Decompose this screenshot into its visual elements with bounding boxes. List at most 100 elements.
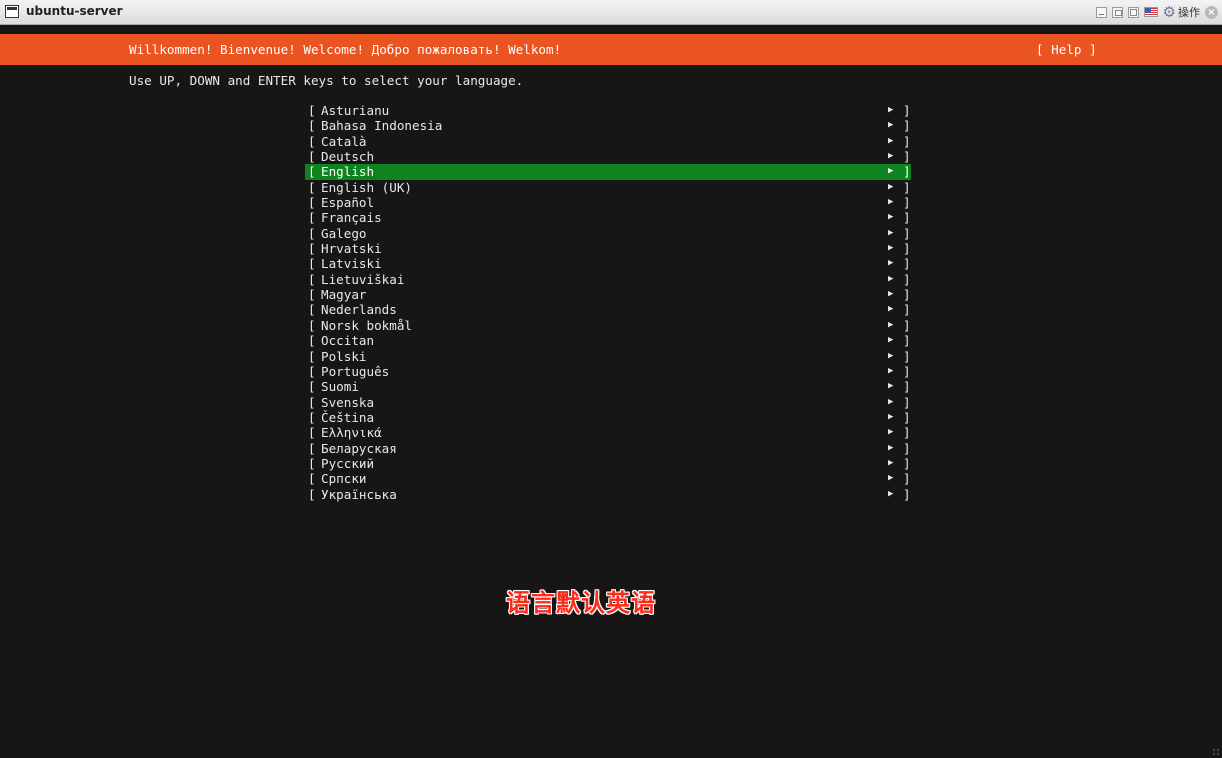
language-name: Português: [321, 363, 390, 379]
language-item[interactable]: [Lietuviškai ▶]: [305, 272, 911, 287]
arrow-right-icon: ▶: [888, 166, 894, 177]
arrow-right-icon: ▶: [888, 457, 894, 468]
arrow-right-icon: ▶: [888, 135, 894, 146]
language-item[interactable]: [Nederlands ▶]: [305, 302, 911, 317]
arrow-right-icon: ▶: [888, 350, 894, 361]
language-item[interactable]: [Русский ▶]: [305, 456, 911, 471]
terminal-screen[interactable]: Willkommen! Bienvenue! Welcome! Добро по…: [0, 25, 1222, 758]
left-bracket: [: [308, 409, 316, 425]
right-bracket: ]: [903, 471, 911, 487]
help-button[interactable]: [ Help ]: [1036, 42, 1097, 58]
arrow-right-icon: ▶: [888, 488, 894, 499]
language-name: Hrvatski: [321, 241, 382, 257]
left-bracket: [: [308, 287, 316, 303]
left-bracket: [: [308, 133, 316, 149]
right-bracket: ]: [903, 348, 911, 364]
language-item[interactable]: [Ελληνικά ▶]: [305, 425, 911, 440]
right-bracket: ]: [903, 149, 911, 165]
right-bracket: ]: [903, 333, 911, 349]
language-item[interactable]: [English ▶]: [305, 164, 911, 180]
left-bracket: [: [308, 363, 316, 379]
arrow-right-icon: ▶: [888, 365, 894, 376]
left-bracket: [: [308, 348, 316, 364]
language-item[interactable]: [Português ▶]: [305, 364, 911, 379]
right-bracket: ]: [903, 302, 911, 318]
restore-icon[interactable]: [1111, 6, 1123, 18]
left-bracket: [: [308, 317, 316, 333]
language-item[interactable]: [Deutsch ▶]: [305, 149, 911, 164]
language-name: Français: [321, 210, 382, 226]
language-name: Galego: [321, 225, 367, 241]
left-bracket: [: [308, 195, 316, 211]
left-bracket: [: [308, 103, 316, 118]
right-bracket: ]: [903, 225, 911, 241]
resize-grip-icon[interactable]: [1212, 748, 1220, 756]
right-bracket: ]: [903, 164, 911, 180]
right-bracket: ]: [903, 379, 911, 395]
flag-icon[interactable]: [1143, 7, 1158, 17]
window-controls: ⚙ 操作 ×: [1095, 3, 1218, 21]
left-bracket: [: [308, 486, 316, 502]
window-title: ubuntu-server: [26, 4, 123, 18]
language-item[interactable]: [Català ▶]: [305, 134, 911, 149]
language-item[interactable]: [Latviski ▶]: [305, 256, 911, 271]
arrow-right-icon: ▶: [888, 396, 894, 407]
left-bracket: [: [308, 271, 316, 287]
language-item[interactable]: [Српски ▶]: [305, 471, 911, 486]
language-name: Deutsch: [321, 149, 375, 165]
language-name: Беларуская: [321, 440, 397, 456]
language-name: English (UK): [321, 179, 412, 195]
language-item[interactable]: [English (UK) ▶]: [305, 180, 911, 195]
arrow-right-icon: ▶: [888, 212, 894, 223]
right-bracket: ]: [903, 256, 911, 272]
video-caption: 语言默认英语: [506, 589, 656, 617]
left-bracket: [: [308, 425, 316, 441]
language-name: Asturianu: [321, 103, 390, 118]
right-bracket: ]: [903, 486, 911, 502]
right-bracket: ]: [903, 195, 911, 211]
right-bracket: ]: [903, 241, 911, 257]
language-name: Српски: [321, 471, 367, 487]
arrow-right-icon: ▶: [888, 442, 894, 453]
language-item[interactable]: [Asturianu ▶]: [305, 103, 911, 118]
language-item[interactable]: [Magyar ▶]: [305, 287, 911, 302]
right-bracket: ]: [903, 118, 911, 134]
language-item[interactable]: [Polski ▶]: [305, 349, 911, 364]
language-item[interactable]: [Español ▶]: [305, 195, 911, 210]
arrow-right-icon: ▶: [888, 319, 894, 330]
language-item[interactable]: [Suomi ▶]: [305, 379, 911, 394]
arrow-right-icon: ▶: [888, 304, 894, 315]
right-bracket: ]: [903, 455, 911, 471]
left-bracket: [: [308, 225, 316, 241]
left-bracket: [: [308, 179, 316, 195]
language-name: Suomi: [321, 379, 359, 395]
arrow-right-icon: ▶: [888, 411, 894, 422]
language-item[interactable]: [Occitan ▶]: [305, 333, 911, 348]
language-name: Català: [321, 133, 367, 149]
instructions-text: Use UP, DOWN and ENTER keys to select yo…: [129, 73, 524, 88]
language-item[interactable]: [Беларуская ▶]: [305, 441, 911, 456]
left-bracket: [: [308, 455, 316, 471]
language-item[interactable]: [Français ▶]: [305, 210, 911, 225]
arrow-right-icon: ▶: [888, 181, 894, 192]
operations-menu[interactable]: 操作: [1178, 4, 1200, 20]
arrow-right-icon: ▶: [888, 120, 894, 131]
minimize-icon[interactable]: [1095, 6, 1107, 18]
language-item[interactable]: [Українська ▶]: [305, 487, 911, 502]
arrow-right-icon: ▶: [888, 381, 894, 392]
right-bracket: ]: [903, 409, 911, 425]
language-item[interactable]: [Čeština ▶]: [305, 410, 911, 425]
right-bracket: ]: [903, 317, 911, 333]
gear-icon[interactable]: ⚙: [1163, 4, 1176, 20]
language-item[interactable]: [Norsk bokmål ▶]: [305, 318, 911, 333]
language-item[interactable]: [Galego ▶]: [305, 226, 911, 241]
language-item[interactable]: [Hrvatski ▶]: [305, 241, 911, 256]
close-icon[interactable]: ×: [1205, 5, 1218, 19]
right-bracket: ]: [903, 103, 911, 118]
language-item[interactable]: [Svenska ▶]: [305, 395, 911, 410]
language-item[interactable]: [Bahasa Indonesia ▶]: [305, 118, 911, 133]
left-bracket: [: [308, 241, 316, 257]
arrow-right-icon: ▶: [888, 335, 894, 346]
language-name: Latviski: [321, 256, 382, 272]
maximize-icon[interactable]: [1127, 6, 1139, 18]
